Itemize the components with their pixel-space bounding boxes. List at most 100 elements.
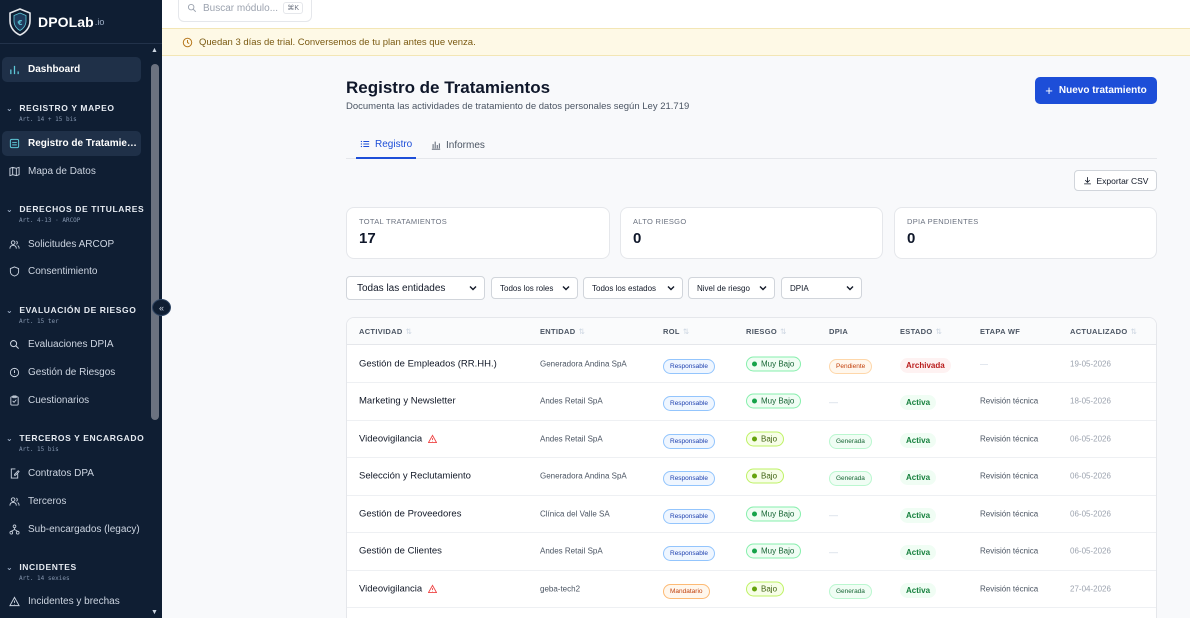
table-row[interactable]: Videovigilancia Andes Retail SpA Responsab… (347, 420, 1156, 458)
sidebar-item-label: Evaluaciones DPIA (28, 339, 114, 350)
table-row[interactable]: Videovigilancia geba-tech2 Mandatario Bajo G… (347, 570, 1156, 608)
filter-estado-select[interactable]: Todos los estados (583, 277, 683, 299)
download-icon (1083, 177, 1091, 185)
cell-dpia: — (829, 542, 838, 560)
export-csv-button[interactable]: Exportar CSV (1074, 170, 1157, 191)
cell-estado: Archivada (900, 355, 951, 373)
sidebar-item-label: Cuestionarios (28, 395, 90, 406)
cell-etapa: Revisión técnica (980, 584, 1039, 593)
sidebar-item-label: Terceros (28, 496, 67, 507)
tab-registro[interactable]: Registro (356, 131, 417, 159)
column-header-rol[interactable]: ROL ⇅ (663, 327, 689, 336)
new-treatment-button[interactable]: + Nuevo tratamiento (1035, 77, 1157, 104)
table-row[interactable]: Gestión de Proveedores Clínica del Valle … (347, 495, 1156, 533)
table-row[interactable]: Marketing y Newsletter Andes Retail SpA Re… (347, 383, 1156, 421)
filter-dpia-select[interactable]: DPIA (781, 277, 862, 299)
sidebar-item-sub-encargados[interactable]: Sub-encargados (legacy) (2, 517, 141, 542)
filter-rol-select[interactable]: Todos los roles (491, 277, 578, 299)
sidebar-item-registro-tratamientos[interactable]: Registro de Tratamientos (2, 131, 141, 156)
filter-entidad-select[interactable]: Todas las entidades (346, 276, 485, 300)
filter-value: Todas las entidades (357, 282, 446, 294)
cell-riesgo: Muy Bajo (746, 393, 802, 409)
cell-actividad[interactable]: Marketing y Newsletter (359, 396, 456, 407)
table-row[interactable]: Gestión de Clientes Andes Retail SpA Respo… (347, 533, 1156, 571)
scroll-up-arrow-icon[interactable]: ▲ (151, 47, 158, 54)
sidebar-scroll-thumb[interactable] (151, 64, 159, 420)
sidebar-item-incidentes-brechas[interactable]: Incidentes y brechas (2, 589, 141, 614)
svg-text:€: € (17, 19, 23, 27)
sidebar-item-cuestionarios[interactable]: Cuestionarios (2, 388, 141, 413)
collapse-sidebar-button[interactable]: « (152, 299, 171, 316)
search-icon (187, 3, 197, 13)
cell-actividad[interactable]: Videovigilancia (359, 583, 438, 594)
chevron-down-icon: ⌄ (6, 103, 14, 113)
column-header-estado[interactable]: ESTADO ⇅ (900, 327, 942, 336)
cell-actualizado: 06-05-2026 (1070, 471, 1111, 481)
risk-dot-icon (752, 586, 757, 591)
cell-rol: Responsable (663, 392, 715, 411)
table-row[interactable]: Selección y Reclutamiento Generadora Andi… (347, 458, 1156, 496)
risk-dot-icon (752, 511, 757, 516)
alert-circle-icon (8, 367, 20, 379)
estado-badge: Activa (900, 507, 937, 523)
sidebar-section-terceros[interactable]: ⌄ TERCEROS Y ENCARGADOS Art. 15 bis (6, 433, 144, 453)
cell-entidad: Generadora Andina SpA (540, 359, 627, 368)
sidebar-item-solicitudes-arcop[interactable]: Solicitudes ARCOP (2, 232, 141, 257)
brand[interactable]: € DPOLab .io (0, 0, 162, 44)
table-row[interactable]: Gestión de Empleados (RR.HH.) Generadora … (347, 345, 1156, 383)
stat-label: DPIA PENDIENTES (907, 217, 979, 226)
rol-badge: Responsable (663, 433, 715, 449)
cell-actualizado: 06-05-2026 (1070, 546, 1111, 556)
sidebar-item-dashboard[interactable]: Dashboard (2, 57, 141, 82)
cell-actividad[interactable]: Gestión de Proveedores (359, 508, 461, 519)
tab-informes[interactable]: Informes (431, 131, 485, 159)
cell-actividad[interactable]: Selección y Reclutamiento (359, 471, 471, 482)
dpia-badge: Pendiente (829, 358, 873, 374)
sidebar-item-label: Sub-encargados (legacy) (28, 524, 140, 535)
list-icon (360, 140, 370, 148)
sidebar-section-evaluacion[interactable]: ⌄ EVALUACIÓN DE RIESGO Art. 15 ter (6, 305, 144, 325)
sidebar-section-registro[interactable]: ⌄ REGISTRO Y MAPEO Art. 14 + 15 bis (6, 103, 144, 123)
rol-badge: Responsable (663, 508, 715, 524)
sidebar-section-derechos[interactable]: ⌄ DERECHOS DE TITULARES Art. 4-13 · ARCOP (6, 204, 144, 224)
sidebar-item-mapa-datos[interactable]: Mapa de Datos (2, 159, 141, 184)
column-header-entidad[interactable]: ENTIDAD ⇅ (540, 327, 585, 336)
sidebar-item-label: Solicitudes ARCOP (28, 239, 115, 250)
section-title: EVALUACIÓN DE RIESGO (19, 305, 137, 315)
cell-actividad[interactable]: Gestión de Clientes (359, 546, 442, 557)
cell-etapa: Revisión técnica (980, 434, 1039, 443)
actividad-text: Marketing y Newsletter (359, 395, 456, 407)
chevron-down-icon: ⌄ (6, 305, 14, 315)
column-header-riesgo[interactable]: RIESGO ⇅ (746, 327, 787, 336)
sidebar-item-gestion-riesgos[interactable]: Gestión de Riesgos (2, 360, 141, 385)
users-icon (8, 496, 20, 508)
sidebar-item-contratos-dpa[interactable]: Contratos DPA (2, 461, 141, 486)
cell-dpia: — (829, 392, 838, 410)
riesgo-text: Bajo (761, 434, 778, 443)
cell-dpia: Generada (829, 580, 872, 599)
riesgo-text: Muy Bajo (761, 359, 795, 368)
sidebar-item-terceros[interactable]: Terceros (2, 489, 141, 514)
cell-actividad[interactable]: Videovigilancia (359, 433, 438, 444)
riesgo-text: Muy Bajo (761, 396, 795, 406)
chevron-down-icon: ⌄ (6, 433, 14, 443)
filter-value: DPIA (790, 283, 809, 293)
riesgo-badge: Bajo (746, 431, 785, 446)
map-icon (8, 166, 20, 178)
sidebar-section-incidentes[interactable]: ⌄ INCIDENTES Art. 14 sexies (6, 562, 144, 582)
search-input[interactable]: Buscar módulo... (203, 3, 278, 14)
sidebar-item-label: Incidentes y brechas (28, 596, 120, 607)
chevron-down-icon (759, 286, 767, 291)
sidebar-item-consentimiento[interactable]: Consentimiento (2, 259, 141, 284)
column-header-actividad[interactable]: ACTIVIDAD ⇅ (359, 327, 412, 336)
column-header-actualizado[interactable]: ACTUALIZADO ⇅ (1070, 327, 1137, 336)
cell-estado: Activa (900, 430, 937, 448)
sidebar-item-evaluaciones-dpia[interactable]: Evaluaciones DPIA (2, 332, 141, 357)
search-box[interactable]: Buscar módulo... ⌘K (178, 0, 312, 22)
table-header: ACTIVIDAD ⇅ ENTIDAD ⇅ ROL ⇅ RIESGO ⇅ DPIA ES… (347, 318, 1156, 345)
cell-actualizado: 06-05-2026 (1070, 509, 1111, 518)
cell-actividad[interactable]: Gestión de Empleados (RR.HH.) (359, 358, 497, 369)
cell-entidad: Generadora Andina SpA (540, 471, 627, 481)
scroll-down-arrow-icon[interactable]: ▼ (151, 609, 158, 616)
filter-riesgo-select[interactable]: Nivel de riesgo (688, 277, 775, 299)
